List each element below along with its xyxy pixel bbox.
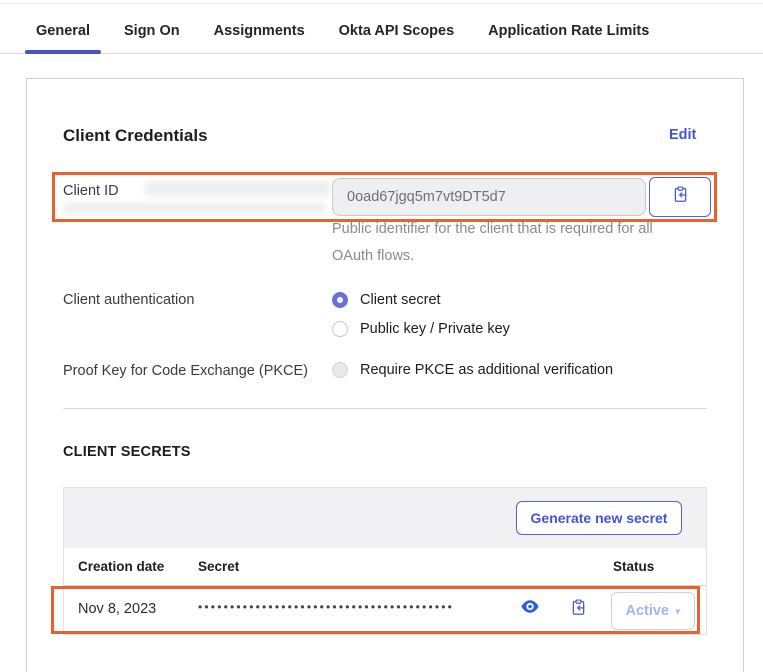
client-secrets-heading: CLIENT SECRETS [63, 444, 191, 460]
secret-creation-date: Nov 8, 2023 [78, 601, 156, 617]
checkbox-unchecked-icon[interactable] [332, 362, 348, 378]
redaction-smudge [63, 203, 325, 214]
edit-button[interactable]: Edit [669, 127, 696, 143]
clipboard-copy-icon [569, 598, 588, 622]
radio-unselected-icon[interactable] [332, 321, 348, 337]
client-id-label: Client ID [63, 183, 119, 199]
app-tab-bar: General Sign On Assignments Okta API Sco… [0, 8, 763, 54]
tab-sign-on[interactable]: Sign On [113, 8, 191, 53]
pkce-checkbox-label[interactable]: Require PKCE as additional verification [360, 362, 613, 378]
pkce-checkbox-row[interactable]: Require PKCE as additional verification [332, 362, 613, 378]
copy-secret-button[interactable] [567, 599, 589, 621]
radio-option-client-secret[interactable]: Client secret [332, 290, 510, 310]
copy-client-id-button[interactable] [649, 177, 711, 217]
table-row: Nov 8, 2023 ••••••••••••••••••••••••••••… [64, 586, 706, 634]
generate-new-secret-button[interactable]: Generate new secret [516, 501, 682, 535]
column-header-secret: Secret [198, 559, 239, 574]
redaction-smudge [145, 181, 330, 196]
tab-okta-api-scopes[interactable]: Okta API Scopes [328, 8, 466, 53]
client-id-description-line2: OAuth flows. [332, 243, 414, 270]
client-credentials-heading: Client Credentials [63, 126, 208, 146]
radio-option-public-private-key[interactable]: Public key / Private key [332, 319, 510, 339]
section-divider [63, 408, 707, 409]
reveal-secret-button[interactable] [519, 600, 541, 618]
okta-app-settings-page: General Sign On Assignments Okta API Sco… [0, 0, 763, 672]
masked-secret-value: •••••••••••••••••••••••••••••••••••••••• [198, 600, 520, 614]
table-header-row: Creation date Secret Status [64, 548, 706, 586]
client-id-description-line1: Public identifier for the client that is… [332, 216, 653, 243]
pkce-label: Proof Key for Code Exchange (PKCE) [63, 363, 308, 379]
status-badge: Active [625, 603, 669, 619]
client-authentication-options: Client secret Public key / Private key [332, 290, 510, 339]
radio-option-label[interactable]: Public key / Private key [360, 321, 510, 337]
top-divider [0, 3, 763, 4]
radio-option-label[interactable]: Client secret [360, 292, 441, 308]
table-toolbar: Generate new secret [64, 488, 706, 548]
clipboard-copy-icon [671, 185, 690, 209]
eye-icon [520, 599, 540, 619]
tab-general[interactable]: General [25, 8, 101, 53]
column-header-creation-date: Creation date [78, 559, 164, 574]
client-authentication-label: Client authentication [63, 292, 194, 308]
tab-assignments[interactable]: Assignments [203, 8, 316, 53]
secret-status-dropdown[interactable]: Active ▾ [611, 592, 695, 630]
client-id-field[interactable]: 0oad67jgq5m7vt9DT5d7 [332, 178, 646, 216]
column-header-status: Status [613, 559, 654, 574]
tab-application-rate-limits[interactable]: Application Rate Limits [477, 8, 660, 53]
radio-selected-icon[interactable] [332, 292, 348, 308]
client-secrets-table: Generate new secret Creation date Secret… [63, 487, 707, 635]
caret-down-icon: ▾ [675, 605, 681, 618]
